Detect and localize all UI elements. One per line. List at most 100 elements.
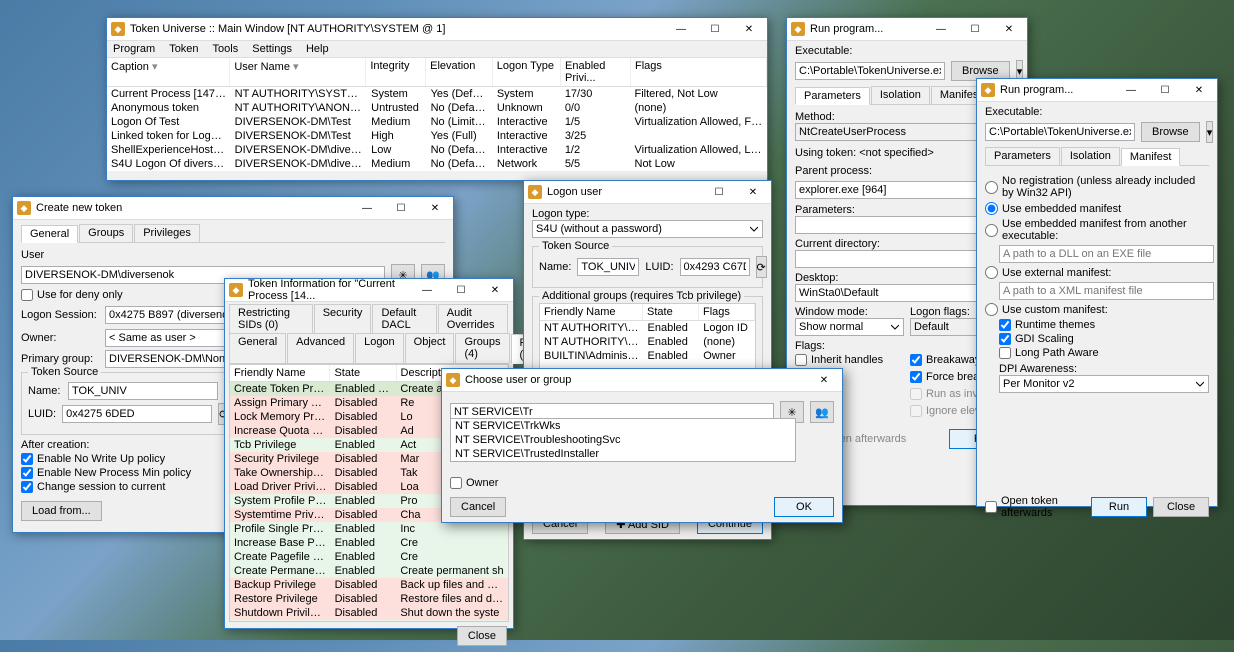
- titlebar[interactable]: ◆ Choose user or group ✕: [442, 369, 842, 392]
- minimize-button[interactable]: —: [353, 199, 381, 217]
- embedded-manifest-radio[interactable]: [985, 202, 998, 215]
- luid-input[interactable]: [62, 405, 212, 423]
- tab[interactable]: Restricting SIDs (0): [229, 304, 313, 333]
- tab-parameters[interactable]: Parameters: [795, 87, 870, 105]
- privilege-row[interactable]: Backup PrivilegeDisabledBack up files an…: [230, 578, 508, 592]
- menu-program[interactable]: Program: [113, 43, 155, 55]
- ok-button[interactable]: OK: [774, 497, 834, 517]
- tab-groups[interactable]: Groups: [79, 224, 133, 242]
- browse-icon[interactable]: 👥: [810, 401, 834, 423]
- col-header[interactable]: User Name ▾: [230, 58, 366, 86]
- external-manifest-radio[interactable]: [985, 266, 998, 279]
- owner-checkbox[interactable]: [450, 477, 462, 489]
- titlebar[interactable]: ◆ Token Universe :: Main Window [NT AUTH…: [107, 18, 767, 41]
- table-row[interactable]: Current Process [14760]NT AUTHORITY\SYST…: [107, 87, 767, 101]
- menu-token[interactable]: Token: [169, 43, 198, 55]
- window-mode-select[interactable]: Show normal: [795, 318, 904, 336]
- xml-path-input[interactable]: [999, 282, 1214, 300]
- col-header[interactable]: State: [643, 304, 699, 320]
- name-input[interactable]: [577, 258, 639, 276]
- tab[interactable]: Audit Overrides: [438, 304, 508, 333]
- titlebar[interactable]: ◆ Run program... —☐✕: [977, 79, 1217, 102]
- change-session-checkbox[interactable]: [21, 481, 33, 493]
- close-button[interactable]: ✕: [739, 183, 767, 201]
- privilege-row[interactable]: Restore PrivilegeDisabledRestore files a…: [230, 592, 508, 606]
- maximize-button[interactable]: ☐: [705, 183, 733, 201]
- suggest-item[interactable]: NT SERVICE\TrustedInstaller: [451, 447, 795, 461]
- privilege-row[interactable]: Create Permanent PrivilegeEnabledCreate …: [230, 564, 508, 578]
- menu-tools[interactable]: Tools: [213, 43, 239, 55]
- maximize-button[interactable]: ☐: [447, 281, 475, 299]
- embedded-other-radio[interactable]: [985, 224, 998, 237]
- col-header[interactable]: Logon Type: [493, 58, 561, 86]
- cancel-button[interactable]: Cancel: [450, 497, 506, 517]
- tab-isolation[interactable]: Isolation: [871, 86, 930, 104]
- menu-help[interactable]: Help: [306, 43, 329, 55]
- col-header[interactable]: Friendly Name: [230, 365, 330, 381]
- col-header[interactable]: Friendly Name: [540, 304, 643, 320]
- table-row[interactable]: ShellExperienceHost.exe [7900]DIVERSENOK…: [107, 143, 767, 157]
- tab[interactable]: Security: [314, 304, 372, 333]
- privilege-row[interactable]: Create Pagefile PrivilegeEnabledCre: [230, 550, 508, 564]
- force-breakaway-checkbox[interactable]: [910, 371, 922, 383]
- group-row[interactable]: NT AUTHORITY\SYSTEMEnabled(none): [540, 335, 755, 349]
- no-registration-radio[interactable]: [985, 181, 998, 194]
- runtime-themes-checkbox[interactable]: [999, 319, 1011, 331]
- tab-general[interactable]: General: [21, 225, 78, 243]
- tab[interactable]: Logon: [355, 333, 404, 363]
- gdi-scaling-checkbox[interactable]: [999, 333, 1011, 345]
- close-button[interactable]: ✕: [995, 20, 1023, 38]
- minimize-button[interactable]: —: [927, 20, 955, 38]
- table-row[interactable]: Linked token for Logon Of TestDIVERSENOK…: [107, 129, 767, 143]
- no-write-up-checkbox[interactable]: [21, 453, 33, 465]
- suggest-item[interactable]: NT SERVICE\TroubleshootingSvc: [451, 433, 795, 447]
- minimize-button[interactable]: —: [667, 20, 695, 38]
- close-button[interactable]: ✕: [810, 371, 838, 389]
- titlebar[interactable]: ◆ Token Information for "Current Process…: [225, 279, 513, 302]
- deny-only-checkbox[interactable]: [21, 289, 33, 301]
- dll-path-input[interactable]: [999, 245, 1214, 263]
- minimize-button[interactable]: —: [1117, 81, 1145, 99]
- col-header[interactable]: Flags: [631, 58, 767, 86]
- suggest-item[interactable]: NT SERVICE\TrkWks: [451, 419, 795, 433]
- group-row[interactable]: BUILTIN\AdministratorsEnabledOwner: [540, 349, 755, 363]
- dropdown-icon[interactable]: ▾: [1206, 121, 1214, 143]
- load-from-button[interactable]: Load from...: [21, 501, 102, 521]
- close-button[interactable]: ✕: [421, 199, 449, 217]
- close-button[interactable]: Close: [1153, 497, 1209, 517]
- table-row[interactable]: Logon Of TestDIVERSENOK-DM\TestMediumNo …: [107, 115, 767, 129]
- tab[interactable]: Groups (4): [455, 333, 509, 363]
- privilege-row[interactable]: Shutdown PrivilegeDisabledShut down the …: [230, 606, 508, 620]
- maximize-button[interactable]: ☐: [701, 20, 729, 38]
- tab[interactable]: Default DACL: [372, 304, 436, 333]
- maximize-button[interactable]: ☐: [1151, 81, 1179, 99]
- titlebar[interactable]: ◆ Logon user ☐✕: [524, 181, 771, 204]
- breakaway-checkbox[interactable]: [910, 354, 922, 366]
- tab-manifest[interactable]: Manifest: [1121, 148, 1181, 166]
- tab-privileges[interactable]: Privileges: [134, 224, 200, 242]
- long-path-checkbox[interactable]: [999, 347, 1011, 359]
- menu-settings[interactable]: Settings: [252, 43, 292, 55]
- col-header[interactable]: Integrity: [366, 58, 426, 86]
- tab[interactable]: Object: [405, 333, 455, 363]
- new-process-min-checkbox[interactable]: [21, 467, 33, 479]
- titlebar[interactable]: ◆ Create new token —☐✕: [13, 197, 453, 220]
- table-row[interactable]: Anonymous tokenNT AUTHORITY\ANONYMOUS LO…: [107, 101, 767, 115]
- close-button[interactable]: Close: [457, 626, 507, 646]
- logon-type-select[interactable]: S4U (without a password): [532, 220, 763, 238]
- luid-refresh-icon[interactable]: ⟳: [756, 256, 767, 278]
- col-header[interactable]: Enabled Privi...: [561, 58, 631, 86]
- group-row[interactable]: NT AUTHORITY\LogonSes...EnabledLogon ID: [540, 321, 755, 335]
- privilege-row[interactable]: Increase Base Priority Pri...EnabledCre: [230, 536, 508, 550]
- tab[interactable]: Advanced: [287, 333, 354, 363]
- tab-parameters[interactable]: Parameters: [985, 147, 1060, 165]
- minimize-button[interactable]: —: [413, 281, 441, 299]
- col-header[interactable]: Caption ▾: [107, 58, 230, 86]
- tab-isolation[interactable]: Isolation: [1061, 147, 1120, 165]
- dpi-select[interactable]: Per Monitor v2: [999, 375, 1209, 393]
- custom-manifest-radio[interactable]: [985, 303, 998, 316]
- browse-button[interactable]: Browse: [1141, 122, 1200, 142]
- col-header[interactable]: Flags: [699, 304, 755, 320]
- run-button[interactable]: Run: [1091, 497, 1147, 517]
- close-button[interactable]: ✕: [735, 20, 763, 38]
